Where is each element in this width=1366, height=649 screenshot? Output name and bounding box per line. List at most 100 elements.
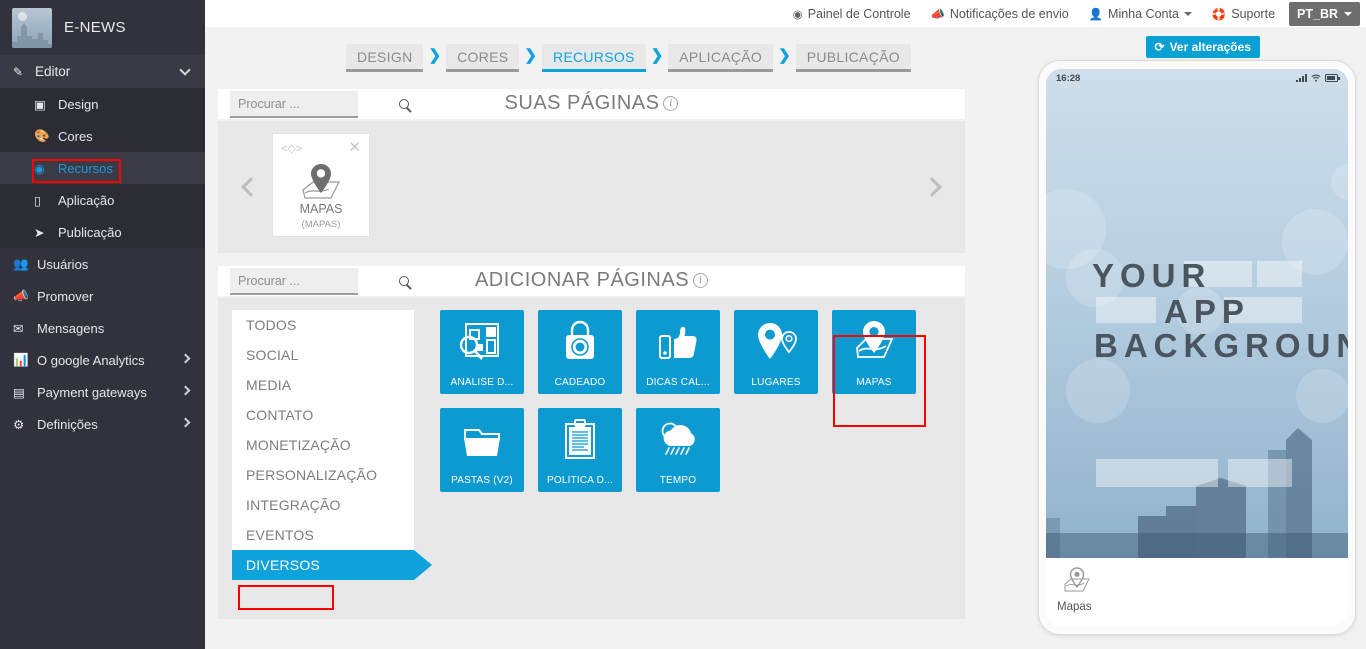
language-selector[interactable]: PT_BR — [1289, 1, 1360, 26]
category-integracao[interactable]: INTEGRAÇÃO — [232, 490, 414, 520]
sidebar-item-payment-gateways[interactable]: ▤ Payment gateways — [0, 376, 205, 408]
brand-logo-icon — [12, 7, 52, 48]
code-icon[interactable]: <◇> — [281, 142, 302, 155]
app-root: E-NEWS ✎ Editor ▣ Design 🎨 Cores ◉ Recur… — [0, 0, 1366, 649]
tile-pastas-v2[interactable]: PASTAS (V2) — [440, 408, 524, 492]
info-icon[interactable]: i — [693, 273, 709, 288]
category-contato[interactable]: CONTATO — [232, 400, 414, 430]
category-social[interactable]: SOCIAL — [232, 340, 414, 370]
topbar-item-painel-de-controle[interactable]: ◉ Painel de Controle — [783, 0, 921, 27]
tile-label: DICAS CAL... — [646, 377, 710, 388]
breadcrumb-item-publicacao[interactable]: PUBLICAÇÃO — [795, 44, 911, 72]
sidebar-group-editor[interactable]: ✎ Editor — [0, 55, 205, 88]
add-pages-header: ADICIONAR PÁGINASi — [218, 266, 965, 296]
sidebar-item-aplicacao[interactable]: ▯ Aplicação — [0, 184, 205, 216]
background-text-line-1: YOUR — [1092, 257, 1212, 294]
sidebar-item-label: Promover — [37, 288, 94, 304]
city-silhouette-icon — [12, 22, 52, 48]
sidebar-item-cores[interactable]: 🎨 Cores — [0, 120, 205, 152]
sidebar-item-design[interactable]: ▣ Design — [0, 88, 205, 120]
chevron-down-icon — [179, 64, 191, 76]
palette-icon: 🎨 — [34, 128, 50, 143]
tile-cadeado[interactable]: CADEADO — [538, 310, 622, 394]
tile-label: MAPAS — [856, 377, 892, 388]
breadcrumb-item-design[interactable]: DESIGN — [346, 44, 424, 72]
topbar-item-label: Notificações de envio — [949, 6, 1069, 21]
category-media[interactable]: MEDIA — [232, 370, 414, 400]
places-pin-icon — [758, 323, 797, 359]
tile-label: ANÁLISE D... — [450, 377, 514, 388]
thumbs-up-icon — [659, 326, 697, 359]
topbar-item-label: Suporte — [1231, 6, 1276, 21]
brand-title: E-NEWS — [64, 19, 126, 36]
sidebar-item-promover[interactable]: 📣 Promover — [0, 280, 205, 312]
topbar-item-suporte[interactable]: 🛟 Suporte — [1202, 0, 1285, 27]
page-card-mapas[interactable]: <◇> ✕ MAPAS (MAPAS) — [272, 133, 370, 237]
sidebar: E-NEWS ✎ Editor ▣ Design 🎨 Cores ◉ Recur… — [0, 0, 205, 649]
sidebar-item-label: O google Analytics — [37, 352, 145, 368]
status-bar: 16:28 — [1046, 69, 1348, 87]
sidebar-item-publicacao[interactable]: ➤ Publicação — [0, 216, 205, 248]
your-pages-header: SUAS PÁGINASi — [218, 89, 965, 119]
gears-icon: ⚙ — [13, 417, 25, 432]
your-pages-body: <◇> ✕ MAPAS (MAPAS) — [218, 121, 965, 253]
chevron-right-icon — [180, 353, 191, 364]
user-icon: 👤 — [1088, 8, 1104, 21]
mobile-icon: ▯ — [34, 193, 41, 208]
sidebar-item-label: Design — [58, 96, 99, 112]
phone-screen: 16:28 YOUR APP BACKGROU Mapas — [1046, 69, 1348, 626]
sidebar-subnav: ▣ Design 🎨 Cores ◉ Recursos ▯ Aplicação … — [0, 88, 205, 248]
breadcrumb-separator-icon: ❯ — [524, 47, 537, 64]
sidebar-item-google-analytics[interactable]: 📊 O google Analytics — [0, 344, 205, 376]
sidebar-item-recursos[interactable]: ◉ Recursos — [0, 152, 205, 184]
tile-analise-d[interactable]: ANÁLISE D... — [440, 310, 524, 394]
category-eventos[interactable]: EVENTOS — [232, 520, 414, 550]
category-todos[interactable]: TODOS — [232, 310, 414, 340]
background-text-line-3: BACKGROUND — [1094, 327, 1348, 364]
tile-label: POLÍTICA D... — [547, 475, 613, 486]
tile-label: TEMPO — [659, 475, 697, 486]
carousel-prev-button[interactable] — [241, 177, 261, 197]
tile-dicas-cal[interactable]: DICAS CAL... — [636, 310, 720, 394]
lifebuoy-icon: 🛟 — [1211, 8, 1227, 21]
sidebar-item-label: Aplicação — [58, 192, 115, 208]
carousel-next-button[interactable] — [922, 177, 942, 197]
tile-lugares[interactable]: LUGARES — [734, 310, 818, 394]
close-icon[interactable]: ✕ — [348, 138, 361, 156]
tile-row: ANÁLISE D... CADEADO DICAS CAL... LUGARE… — [440, 310, 940, 394]
category-personalizacao[interactable]: PERSONALIZAÇÃO — [232, 460, 414, 490]
sidebar-item-definicoes[interactable]: ⚙ Definições — [0, 408, 205, 440]
sidebar-item-label: Recursos — [58, 160, 113, 176]
category-diversos[interactable]: DIVERSOS — [232, 550, 432, 580]
sidebar-item-mensagens[interactable]: ✉ Mensagens — [0, 312, 205, 344]
view-changes-button[interactable]: ⟳ Ver alterações — [1145, 36, 1260, 58]
topbar-item-notificacoes-de-envio[interactable]: 📣 Notificações de envio — [921, 0, 1079, 27]
clipboard-icon — [565, 419, 595, 459]
padlock-icon — [566, 320, 594, 359]
sidebar-item-usuarios[interactable]: 👥 Usuários — [0, 248, 205, 280]
status-time: 16:28 — [1056, 72, 1081, 84]
analytics-icon — [459, 323, 499, 360]
topbar-item-minha-conta[interactable]: 👤 Minha Conta — [1079, 0, 1202, 27]
brand[interactable]: E-NEWS — [0, 0, 205, 55]
info-icon[interactable]: i — [663, 96, 679, 111]
sidebar-item-label: Payment gateways — [37, 384, 147, 400]
breadcrumb-separator-icon: ❯ — [778, 47, 791, 64]
tile-mapas[interactable]: MAPAS — [832, 310, 916, 394]
add-pages-title: ADICIONAR PÁGINAS i — [218, 269, 965, 292]
tile-politica-d[interactable]: POLÍTICA D... — [538, 408, 622, 492]
sidebar-item-label: Usuários — [37, 256, 89, 272]
art-block — [1228, 459, 1292, 487]
language-label: PT_BR — [1297, 6, 1338, 21]
tile-row: PASTAS (V2) POLÍTICA D... TEMPO — [440, 408, 940, 492]
phone-footer: Mapas — [1046, 558, 1348, 626]
category-monetizacao[interactable]: MONETIZAÇÃO — [232, 430, 414, 460]
sidebar-item-label: Mensagens — [37, 320, 105, 336]
breadcrumb-item-cores[interactable]: CORES — [446, 44, 520, 72]
page-card-subtitle: (MAPAS) — [301, 219, 341, 230]
breadcrumb-item-aplicacao[interactable]: APLICAÇÃO — [668, 44, 774, 72]
tile-tempo[interactable]: TEMPO — [636, 408, 720, 492]
status-icons — [1296, 74, 1340, 82]
breadcrumb-separator-icon: ❯ — [650, 47, 664, 64]
breadcrumb-item-recursos[interactable]: RECURSOS — [541, 44, 646, 72]
